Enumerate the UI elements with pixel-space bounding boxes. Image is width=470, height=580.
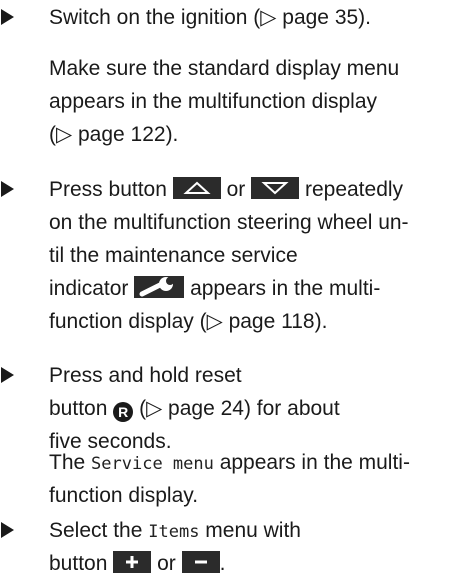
note-line: Make sure the standard display menu [49,57,400,80]
note-text: The [49,451,86,474]
bullet-arrow-icon [1,367,14,383]
note-line: appears in the multifunction display [49,90,378,113]
step-text: Select the [49,519,143,542]
note-text: appears in the multi- [219,451,410,474]
bullet-arrow-icon [1,181,14,197]
note-line: (▷ page 122). [49,123,179,146]
arrow-up-button-icon [172,177,221,199]
step-text: Press button [49,178,167,201]
bullet-arrow-icon [1,9,14,25]
step-text: button [49,552,108,575]
step-line: indicator appears in the multi- [49,272,465,305]
step-line: function display (▷ page 118). [49,310,328,333]
or-text: or [157,552,176,575]
service-menu-label: Service menu [91,454,214,474]
step-text: (▷ page 24) for about [139,397,340,420]
bullet-arrow-icon [1,522,14,538]
arrow-down-button-icon [251,177,300,199]
note-line: function display. [49,484,199,507]
step-line: Press and hold reset [49,364,242,387]
step-line: on the multifunction steering wheel un- [49,211,409,234]
step-text: repeatedly [304,178,404,201]
plus-button-icon [113,551,152,573]
note-line: The Service menu appears in the multi- [49,446,465,481]
step-line: Press button or repeatedly [49,173,465,206]
wrench-icon [134,276,185,298]
step-text: appears in the multi- [190,277,381,300]
items-menu-label: Items [148,522,200,542]
step-line: Select the Items menu with [49,514,465,549]
reset-button-icon: R [113,402,134,422]
minus-button-icon [181,551,220,573]
step-line: button or . [49,547,465,580]
period-text: . [219,552,226,575]
or-text: or [226,178,246,201]
step-text: indicator [49,277,129,300]
step-line: button R (▷ page 24) for about [49,392,465,425]
step-text: button [49,397,108,420]
step-line: til the maintenance service [49,244,298,267]
step-text: menu with [205,519,301,542]
step-text: Switch on the ignition (▷ page 35). [49,6,372,29]
